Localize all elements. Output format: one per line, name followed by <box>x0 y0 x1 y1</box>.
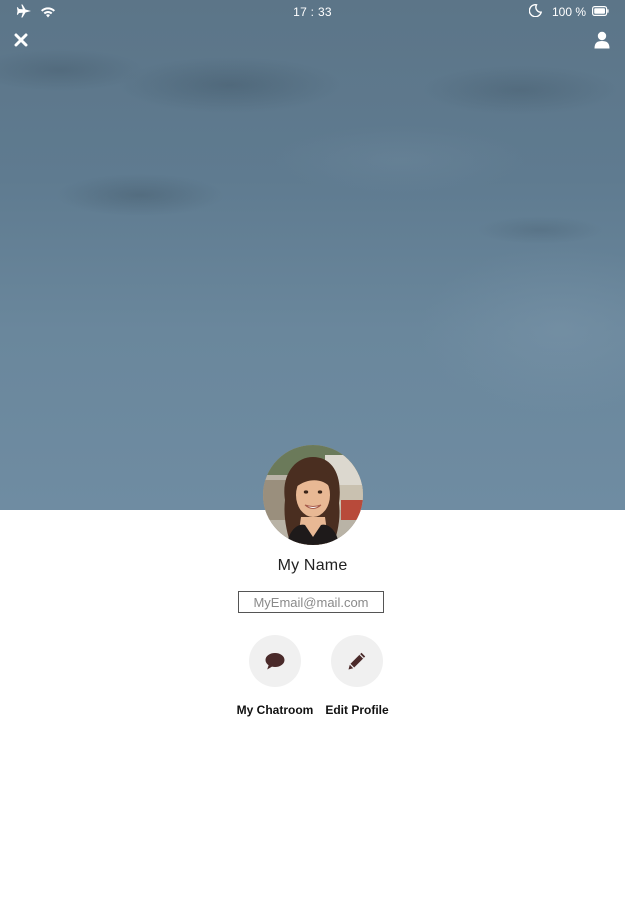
my-chatroom-button[interactable] <box>249 635 301 687</box>
status-bar: 17 : 33 100 % <box>0 0 625 24</box>
pencil-icon <box>348 652 366 670</box>
close-icon <box>14 33 28 47</box>
profile-button[interactable] <box>590 28 614 52</box>
avatar[interactable] <box>263 445 363 545</box>
chat-bubble-icon <box>265 653 285 670</box>
status-right: 100 % <box>528 4 609 20</box>
battery-icon <box>592 5 609 19</box>
edit-profile-button[interactable] <box>331 635 383 687</box>
email-field[interactable] <box>238 591 384 613</box>
edit-profile-label[interactable]: Edit Profile <box>302 703 412 717</box>
battery-percent: 100 % <box>551 5 586 19</box>
profile-screen: 17 : 33 100 % My Name MyEmail@mail.com M… <box>0 0 625 905</box>
user-icon <box>594 31 610 49</box>
avatar-photo <box>263 445 363 545</box>
edit-profile-action: Edit Profile <box>302 635 412 717</box>
close-button[interactable] <box>9 28 33 52</box>
cover-image <box>0 0 625 510</box>
profile-name: My Name <box>277 557 348 574</box>
moon-icon <box>528 4 543 20</box>
